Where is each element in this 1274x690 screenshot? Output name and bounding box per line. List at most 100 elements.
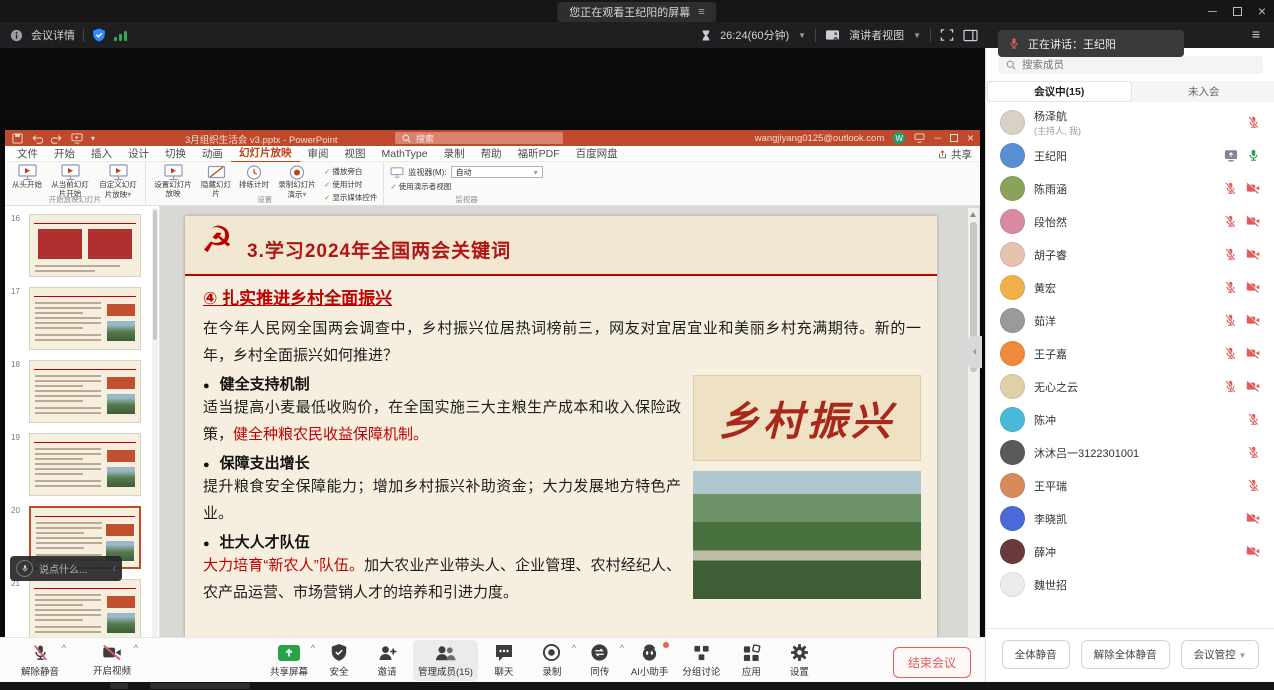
participant-row-weishizhao[interactable]: 魏世招	[986, 568, 1274, 601]
ppt-close-button[interactable]: ×	[967, 131, 974, 145]
participant-row-wangzijia[interactable]: 王子嘉	[986, 337, 1274, 370]
slideshow-icon[interactable]	[71, 133, 83, 144]
ppt-account-email[interactable]: wangjiyang0125@outlook.com	[755, 133, 885, 144]
info-icon[interactable]	[10, 29, 23, 42]
ribbon-tab[interactable]: 录制	[436, 145, 473, 162]
meeting-controls-button[interactable]: 会议管控 ▼	[1181, 640, 1260, 669]
record-button[interactable]: 录制^	[530, 640, 574, 681]
tab-not-joined[interactable]: 未入会	[1133, 81, 1274, 102]
view-mode-selector[interactable]: 演讲者视图	[849, 27, 904, 43]
participant-row-chenyuhan[interactable]: 陈雨涵	[986, 172, 1274, 205]
member-search-box[interactable]	[998, 56, 1263, 74]
ribbon-tab[interactable]: 插入	[83, 145, 120, 162]
participant-row-xuechong[interactable]: 薛冲	[986, 535, 1274, 568]
ribbon-options-icon[interactable]	[914, 133, 925, 143]
security-button[interactable]: 安全	[317, 640, 361, 681]
apps-button[interactable]: 应用	[729, 640, 773, 681]
participant-row-mumulvyi[interactable]: 沐沐吕一3122301001	[986, 436, 1274, 469]
ribbon-tab[interactable]: 设计	[120, 145, 157, 162]
ribbon-tab[interactable]: 帮助	[473, 145, 510, 162]
end-meeting-button[interactable]: 结束会议	[893, 647, 971, 678]
ribbon-tab[interactable]: 幻灯片放映	[231, 144, 300, 163]
view-mode-dropdown-icon[interactable]: ▼	[913, 31, 921, 40]
ppt-restore-button[interactable]	[950, 134, 958, 142]
ribbon-tab[interactable]: 切换	[157, 145, 194, 162]
ribbon-tab[interactable]: 百度网盘	[568, 145, 626, 162]
ribbon-tab[interactable]: 视图	[337, 145, 374, 162]
participant-row-huzirui[interactable]: 胡子睿	[986, 238, 1274, 271]
participant-row-yangzehang[interactable]: 杨泽航(主持人, 我)	[986, 106, 1274, 139]
participant-row-wangpingrui[interactable]: 王平瑞	[986, 469, 1274, 502]
qat-dropdown-icon[interactable]: ▾	[91, 134, 95, 143]
ppt-search-box[interactable]: 搜索	[395, 132, 563, 144]
slide-thumbnail[interactable]: 16	[5, 214, 159, 279]
mute-all-button[interactable]: 全体静音	[1002, 640, 1070, 669]
save-icon[interactable]	[12, 133, 23, 144]
window-restore-button[interactable]	[1233, 7, 1242, 16]
caption-mic-icon[interactable]	[16, 560, 33, 577]
ai-assistant-button[interactable]: AI小助手	[626, 640, 673, 681]
chevron-up-icon[interactable]: ^	[572, 643, 576, 653]
redo-icon[interactable]	[51, 133, 63, 144]
undo-icon[interactable]	[31, 133, 43, 144]
ppt-share-button[interactable]: 共享	[938, 147, 972, 162]
layout-icon[interactable]	[963, 29, 978, 42]
participant-row-wangjiyang[interactable]: 王纪阳	[986, 139, 1274, 172]
participant-row-duanyiran[interactable]: 段怡然	[986, 205, 1274, 238]
use-timings-checkbox[interactable]: ✓ 使用计时	[324, 179, 377, 190]
thumbnail-preview[interactable]	[29, 579, 141, 642]
chevron-up-icon[interactable]: ^	[620, 643, 624, 653]
participant-row-wuxinzhiyun[interactable]: 无心之云	[986, 370, 1274, 403]
ppt-account-avatar[interactable]: W	[893, 132, 905, 144]
member-search-input[interactable]	[1022, 59, 1222, 71]
thumbnail-scrollbar[interactable]	[152, 208, 158, 644]
network-signal-icon[interactable]	[114, 30, 127, 41]
ribbon-tab[interactable]: 福昕PDF	[510, 145, 568, 162]
panel-collapse-handle[interactable]: ‹	[968, 336, 982, 368]
ribbon-tab[interactable]: 开始	[46, 145, 83, 162]
slide-thumbnail[interactable]: 18	[5, 360, 159, 425]
thumbnail-preview[interactable]	[29, 214, 141, 277]
chevron-up-icon[interactable]: ^	[62, 643, 66, 653]
thumbnail-preview[interactable]	[29, 287, 141, 350]
canvas-scrollbar[interactable]	[968, 208, 979, 646]
meeting-details-link[interactable]: 会议详情	[31, 27, 75, 43]
meeting-timer[interactable]: 26:24(60分钟)	[720, 27, 789, 43]
ribbon-tab[interactable]: 文件	[9, 145, 46, 162]
ribbon-tab[interactable]: 审阅	[300, 145, 337, 162]
play-narrations-checkbox[interactable]: ✓ 播放旁白	[324, 166, 377, 177]
ribbon-tab[interactable]: MathType	[374, 147, 436, 161]
share-screen-button[interactable]: 共享屏幕^	[265, 640, 313, 681]
breakout-button[interactable]: 分组讨论	[677, 640, 725, 681]
unmute-all-button[interactable]: 解除全体静音	[1081, 640, 1170, 669]
participant-row-huanghong[interactable]: 黄宏	[986, 271, 1274, 304]
monitor-select[interactable]: 自动▾	[451, 166, 543, 178]
fullscreen-icon[interactable]	[940, 28, 954, 42]
ppt-minimize-button[interactable]: ─	[934, 133, 941, 144]
from-beginning-button[interactable]: 从头开始	[11, 164, 43, 190]
interpretation-button[interactable]: 同传^	[578, 640, 622, 681]
banner-menu-icon[interactable]: ≡	[698, 6, 704, 18]
tab-in-meeting[interactable]: 会议中(15)	[987, 81, 1132, 102]
window-close-button[interactable]: ×	[1258, 3, 1266, 19]
caption-collapse-icon[interactable]: ‹	[113, 563, 116, 574]
window-minimize-button[interactable]: ─	[1208, 4, 1217, 18]
participant-row-chenchong[interactable]: 陈冲	[986, 403, 1274, 436]
start-video-button[interactable]: 开启视频^	[88, 640, 136, 681]
presenter-view-checkbox[interactable]: ✓ 使用演示者视图	[390, 181, 542, 192]
caption-input-bar[interactable]: 说点什么... ‹	[10, 556, 122, 581]
panel-menu-icon[interactable]: ≡	[1252, 26, 1260, 42]
thumbnail-preview[interactable]	[29, 433, 141, 496]
timer-dropdown-icon[interactable]: ▼	[798, 31, 806, 40]
unmute-button[interactable]: 解除静音^	[16, 640, 64, 681]
slide-thumbnail[interactable]: 21	[5, 579, 159, 644]
chevron-up-icon[interactable]: ^	[134, 643, 138, 653]
settings-button[interactable]: 设置	[777, 640, 821, 681]
rehearse-timings-button[interactable]: 排练计时	[238, 164, 270, 190]
slide-thumbnail[interactable]: 19	[5, 433, 159, 498]
thumbnail-preview[interactable]	[29, 360, 141, 423]
slide-thumbnail[interactable]: 17	[5, 287, 159, 352]
invite-button[interactable]: 邀请	[365, 640, 409, 681]
ribbon-tab[interactable]: 动画	[194, 145, 231, 162]
chevron-up-icon[interactable]: ^	[311, 643, 315, 653]
